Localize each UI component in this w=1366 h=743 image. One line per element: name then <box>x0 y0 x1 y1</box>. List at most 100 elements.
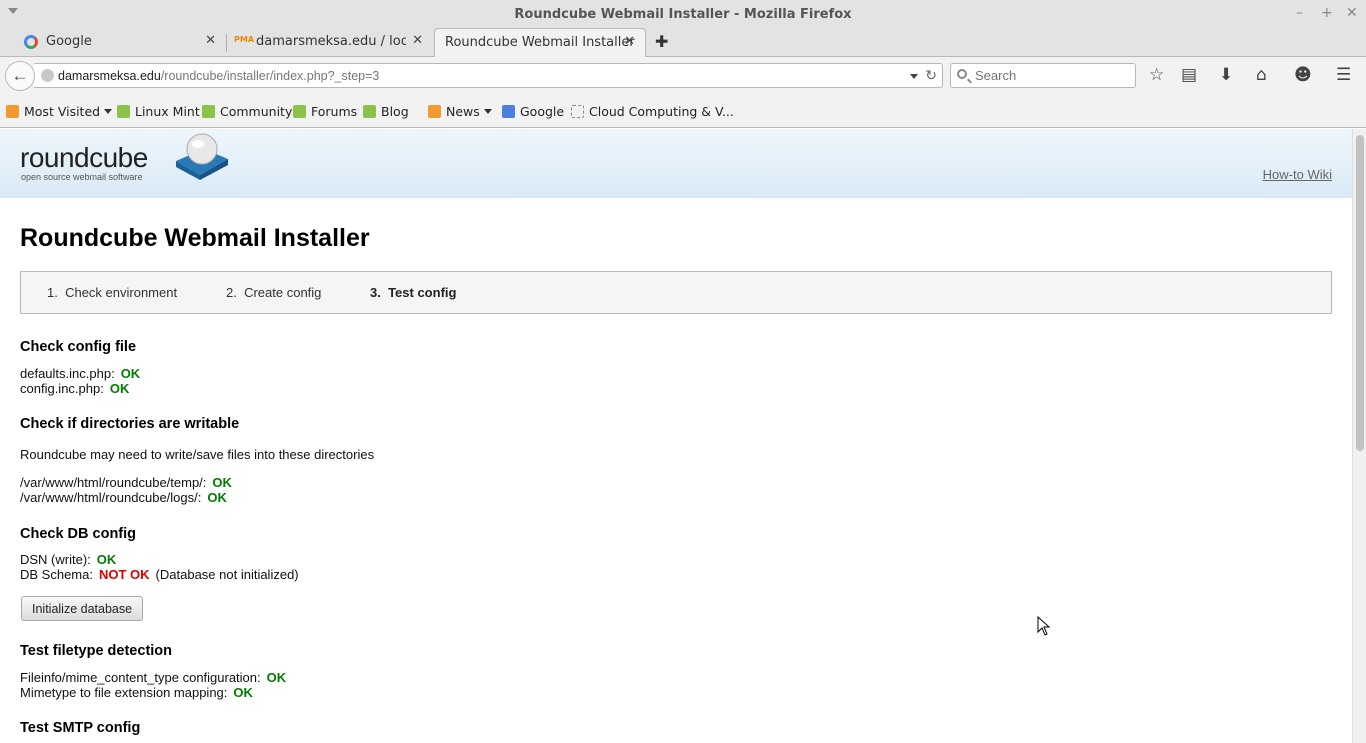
close-tab-icon[interactable]: ✕ <box>205 33 216 48</box>
step-label: Test config <box>388 285 457 300</box>
heading-db-config: Check DB config <box>20 526 137 542</box>
minimize-icon[interactable]: – <box>1296 5 1303 21</box>
heading-config-file: Check config file <box>20 339 137 355</box>
mouse-pointer-icon <box>1037 616 1051 636</box>
bookmarks-bar: Most Visited Linux Mint Community Forums… <box>0 95 1366 128</box>
bookmark-google[interactable]: Google <box>502 104 564 119</box>
status-label: DSN (write): <box>20 552 91 567</box>
page-content: roundcube open source webmail software H… <box>0 129 1352 743</box>
status-line: config.inc.php: OK <box>20 381 129 396</box>
close-window-icon[interactable]: ✕ <box>1346 5 1358 21</box>
status-ok: OK <box>120 366 141 381</box>
installer-steps: 1. Check environment 2. Create config 3.… <box>20 271 1332 314</box>
home-icon[interactable]: ⌂ <box>1256 65 1267 85</box>
bookmark-cloud-computing[interactable]: Cloud Computing & V... <box>571 104 734 119</box>
tab-phpmyadmin[interactable]: PMA damarsmeksa.edu / local... ✕ <box>226 28 433 57</box>
page-icon <box>571 105 584 118</box>
status-line: DB Schema: NOT OK (Database not initialize… <box>20 567 299 582</box>
status-label: defaults.inc.php: <box>20 366 115 381</box>
bookmark-most-visited[interactable]: Most Visited <box>6 104 113 119</box>
step-label: Create config <box>244 285 322 300</box>
tab-strip: Google ✕ PMA damarsmeksa.edu / local... … <box>0 28 1366 57</box>
status-label: Fileinfo/mime_content_type configuration… <box>20 670 261 685</box>
phpmyadmin-favicon-icon: PMA <box>234 35 255 44</box>
status-ok: OK <box>96 552 117 567</box>
status-line: defaults.inc.php: OK <box>20 366 140 381</box>
vertical-scrollbar[interactable] <box>1352 129 1366 743</box>
search-icon <box>957 69 967 79</box>
status-label: /var/www/html/roundcube/temp/: <box>20 475 207 490</box>
chevron-down-icon <box>483 109 492 114</box>
globe-icon <box>41 69 54 82</box>
url-path: /roundcube/installer/index.php?_step=3 <box>160 69 380 83</box>
back-button[interactable]: ← <box>5 61 35 91</box>
status-label: Mimetype to file extension mapping: <box>20 685 228 700</box>
status-label: config.inc.php: <box>20 381 104 396</box>
mint-icon <box>293 105 306 118</box>
window-titlebar: Roundcube Webmail Installer - Mozilla Fi… <box>0 0 1366 28</box>
step-number: 2. <box>226 285 237 300</box>
mint-icon <box>202 105 215 118</box>
close-tab-icon[interactable]: ✕ <box>412 33 423 48</box>
bookmark-label: Forums <box>311 104 358 119</box>
maximize-icon[interactable]: + <box>1321 5 1333 21</box>
google-icon <box>502 105 515 118</box>
tab-label: Roundcube Webmail Installer <box>445 35 635 50</box>
chevron-down-icon <box>104 109 113 114</box>
step-create-config[interactable]: 2. Create config <box>226 285 321 300</box>
bookmark-label: News <box>446 104 480 119</box>
heading-filetype-detection: Test filetype detection <box>20 643 173 659</box>
page-title: Roundcube Webmail Installer <box>20 224 370 252</box>
status-line: /var/www/html/roundcube/temp/: OK <box>20 475 232 490</box>
close-tab-icon[interactable]: ✕ <box>624 34 635 49</box>
bookmark-forums[interactable]: Forums <box>293 104 357 119</box>
search-input[interactable] <box>975 68 1130 83</box>
step-number: 1. <box>47 285 58 300</box>
rss-icon <box>6 105 19 118</box>
reload-icon[interactable]: ↻ <box>925 67 937 84</box>
dirs-intro: Roundcube may need to write/save files i… <box>20 447 375 462</box>
status-line: /var/www/html/roundcube/logs/: OK <box>20 490 227 505</box>
status-label: /var/www/html/roundcube/logs/: <box>20 490 202 505</box>
step-check-environment[interactable]: 1. Check environment <box>47 285 177 300</box>
new-tab-icon[interactable]: ✚ <box>655 32 668 52</box>
bookmark-label: Community <box>220 104 293 119</box>
heading-smtp-config: Test SMTP config <box>20 720 141 736</box>
url-dropdown-icon[interactable] <box>910 74 918 79</box>
bookmark-news[interactable]: News <box>428 104 492 119</box>
status-ok: OK <box>207 490 227 505</box>
heading-writable-dirs: Check if directories are writable <box>20 416 240 432</box>
status-label: DB Schema: <box>20 567 93 582</box>
url-text[interactable]: damarsmeksa.edu/roundcube/installer/inde… <box>58 69 379 83</box>
bookmark-blog[interactable]: Blog <box>363 104 409 119</box>
bookmark-community[interactable]: Community <box>202 104 292 119</box>
initialize-database-button[interactable]: Initialize database <box>21 596 144 621</box>
search-box[interactable] <box>950 63 1136 88</box>
bookmark-label: Linux Mint <box>135 104 200 119</box>
step-number: 3. <box>370 285 381 300</box>
bookmark-label: Most Visited <box>24 104 101 119</box>
url-bar[interactable]: damarsmeksa.edu/roundcube/installer/inde… <box>34 63 943 88</box>
mint-icon <box>117 105 130 118</box>
url-host: damarsmeksa.edu <box>58 69 161 83</box>
reading-list-icon[interactable]: ▤ <box>1181 65 1197 85</box>
logo-subtitle: open source webmail software <box>21 172 143 182</box>
bookmark-label: Blog <box>381 104 409 119</box>
bookmark-linux-mint[interactable]: Linux Mint <box>117 104 200 119</box>
chat-icon[interactable]: ☻ <box>1294 65 1312 85</box>
header-banner: roundcube open source webmail software H… <box>0 129 1352 198</box>
window-menu-icon[interactable] <box>8 8 18 14</box>
status-ok: OK <box>233 685 253 700</box>
bookmark-label: Google <box>520 104 565 119</box>
tab-google[interactable]: Google ✕ <box>16 28 226 57</box>
menu-icon[interactable]: ☰ <box>1336 65 1351 85</box>
tab-roundcube[interactable]: Roundcube Webmail Installer ✕ <box>434 28 646 57</box>
bookmark-star-icon[interactable]: ☆ <box>1149 65 1164 85</box>
status-line: DSN (write): OK <box>20 552 116 567</box>
download-icon[interactable]: ⬇ <box>1219 65 1233 85</box>
logo-text: roundcube <box>20 142 148 173</box>
howto-wiki-link[interactable]: How-to Wiki <box>1263 167 1332 182</box>
scrollbar-thumb[interactable] <box>1356 135 1364 451</box>
tab-label: Google <box>46 34 92 49</box>
step-test-config[interactable]: 3. Test config <box>370 285 456 300</box>
